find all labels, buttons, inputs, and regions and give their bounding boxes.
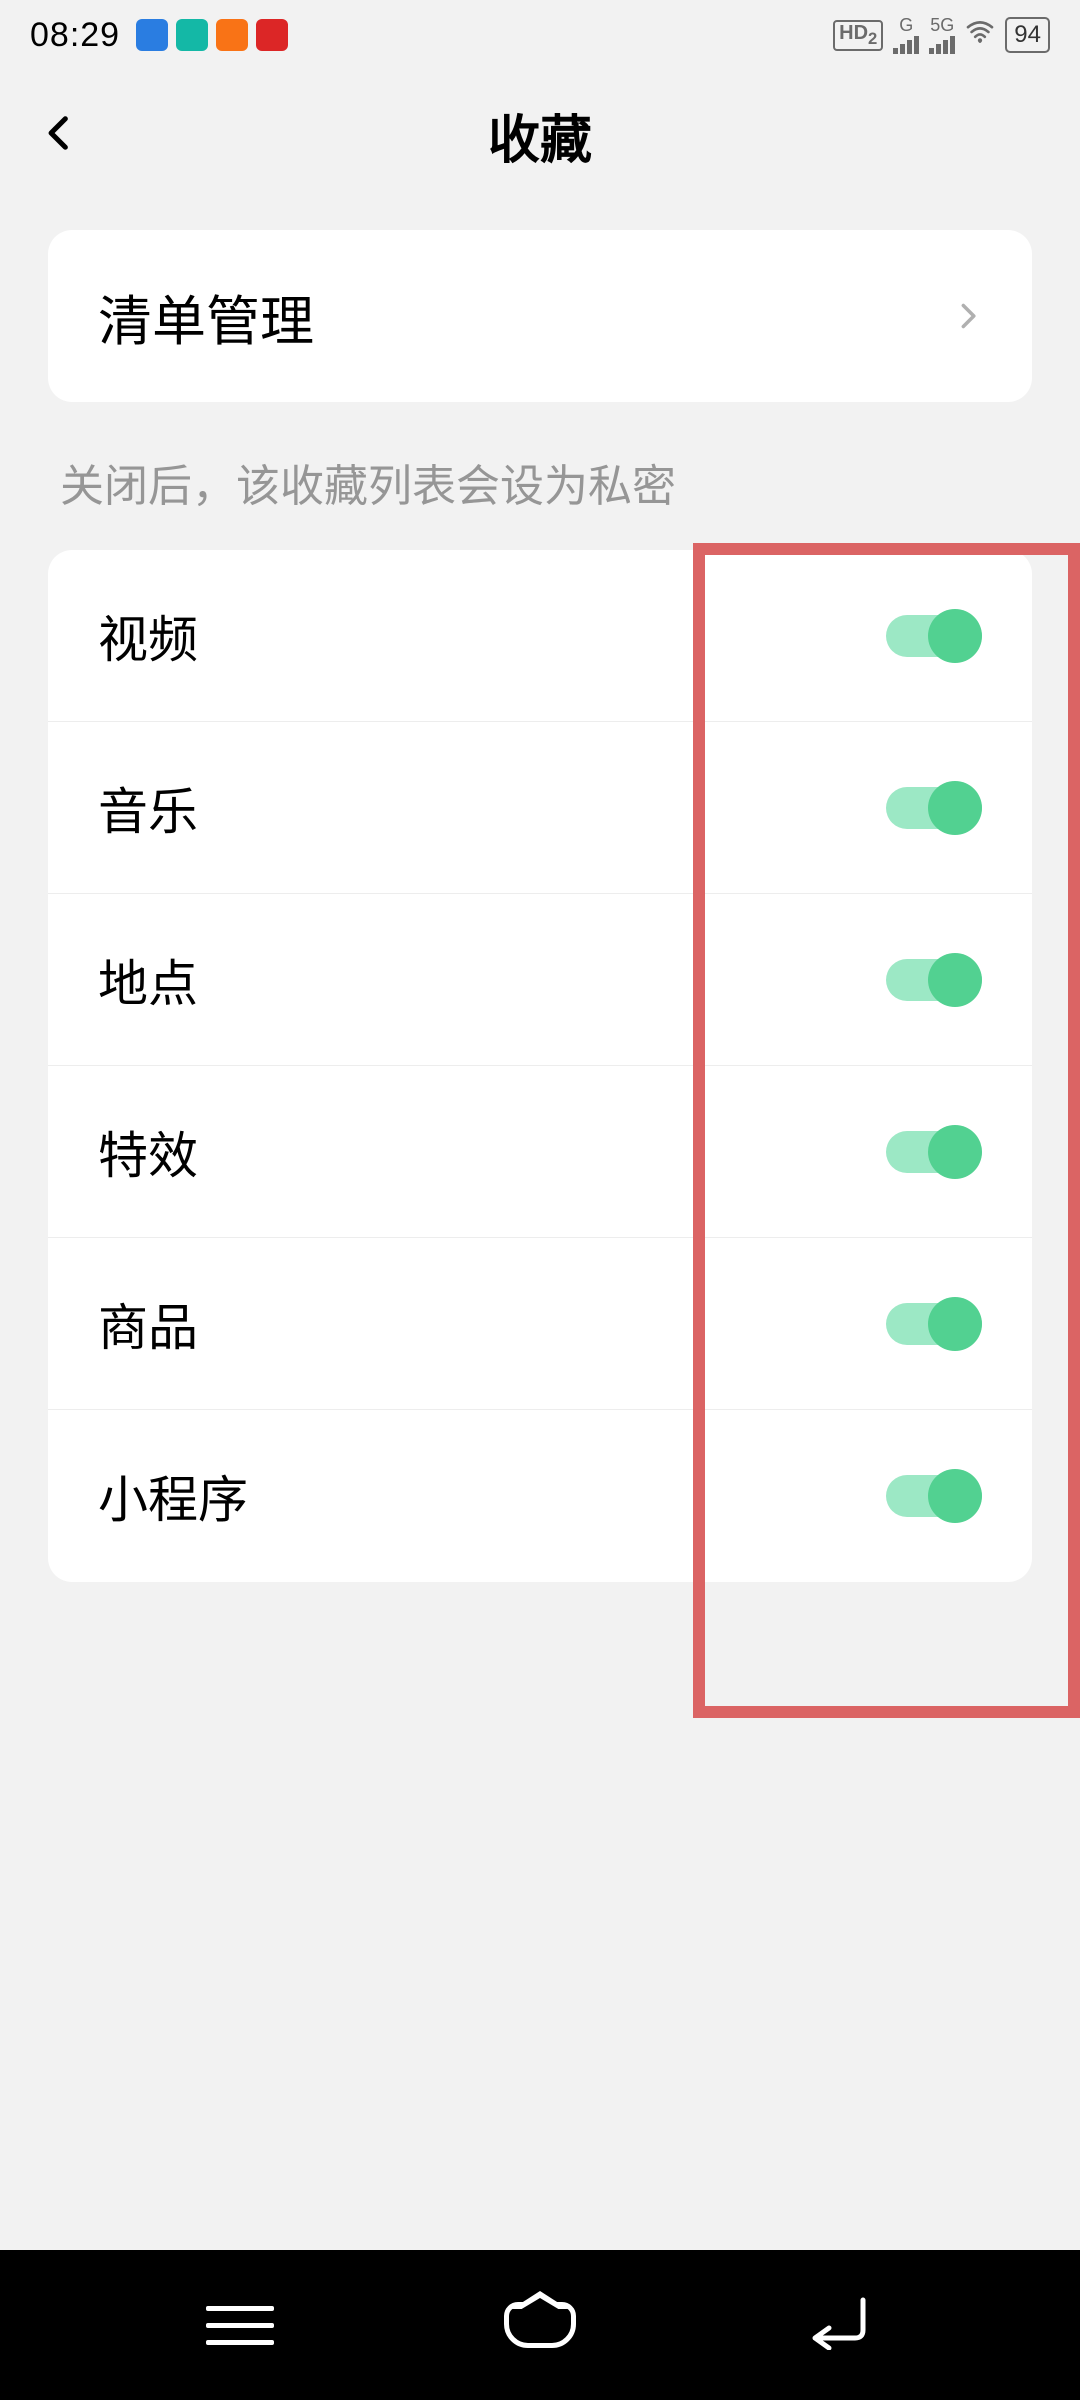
toggle-row-location: 地点 <box>48 894 1032 1066</box>
chevron-left-icon <box>40 114 78 152</box>
toggle-switch-music[interactable] <box>886 781 982 835</box>
toggle-thumb <box>928 1469 982 1523</box>
nav-recents-button[interactable] <box>180 2290 300 2360</box>
status-app-icons <box>136 19 288 51</box>
toggle-thumb <box>928 1297 982 1351</box>
back-icon <box>801 2296 879 2355</box>
toggle-switch-video[interactable] <box>886 609 982 663</box>
page-title: 收藏 <box>40 98 1040 173</box>
status-bar-right: HD2 G 5G 94 <box>833 16 1050 54</box>
toggle-thumb <box>928 953 982 1007</box>
status-bar: 08:29 HD2 G 5G <box>0 0 1080 70</box>
section-hint: 关闭后，该收藏列表会设为私密 <box>48 402 1032 550</box>
status-app-icon <box>216 19 248 51</box>
toggle-switch-products[interactable] <box>886 1297 982 1351</box>
toggle-switch-miniprogram[interactable] <box>886 1469 982 1523</box>
status-app-icon <box>176 19 208 51</box>
menu-icon <box>206 2306 274 2345</box>
list-management-card: 清单管理 <box>48 230 1032 402</box>
toggle-switch-location[interactable] <box>886 953 982 1007</box>
battery-level: 94 <box>1005 17 1050 53</box>
toggle-thumb <box>928 781 982 835</box>
toggle-row-music: 音乐 <box>48 722 1032 894</box>
signal-5g: 5G <box>929 16 955 54</box>
nav-home-button[interactable] <box>480 2290 600 2360</box>
hd-badge: HD2 <box>833 20 883 51</box>
toggle-label: 商品 <box>98 1288 198 1360</box>
toggle-row-video: 视频 <box>48 550 1032 722</box>
page-header: 收藏 <box>0 70 1080 200</box>
toggle-switch-effects[interactable] <box>886 1125 982 1179</box>
list-management-label: 清单管理 <box>98 277 314 356</box>
toggle-row-effects: 特效 <box>48 1066 1032 1238</box>
status-app-icon <box>136 19 168 51</box>
toggle-label: 视频 <box>98 600 198 672</box>
signal-g: G <box>893 16 919 54</box>
chevron-right-icon <box>954 302 982 330</box>
toggle-thumb <box>928 1125 982 1179</box>
system-nav-bar <box>0 2250 1080 2400</box>
toggle-label: 地点 <box>98 944 198 1016</box>
status-time: 08:29 <box>30 16 120 55</box>
list-management-row[interactable]: 清单管理 <box>48 230 1032 402</box>
back-button[interactable] <box>40 114 78 157</box>
status-bar-left: 08:29 <box>30 16 288 55</box>
toggle-label: 小程序 <box>98 1460 248 1532</box>
toggles-card: 视频 音乐 地点 特效 <box>48 550 1032 1582</box>
toggle-row-miniprogram: 小程序 <box>48 1410 1032 1582</box>
nav-back-button[interactable] <box>780 2290 900 2360</box>
status-app-icon <box>256 19 288 51</box>
toggle-thumb <box>928 609 982 663</box>
toggle-label: 音乐 <box>98 772 198 844</box>
home-icon <box>504 2302 576 2348</box>
wifi-icon <box>965 20 995 51</box>
toggle-row-products: 商品 <box>48 1238 1032 1410</box>
toggle-label: 特效 <box>98 1116 198 1188</box>
content-area: 清单管理 关闭后，该收藏列表会设为私密 视频 音乐 地点 <box>0 200 1080 1582</box>
